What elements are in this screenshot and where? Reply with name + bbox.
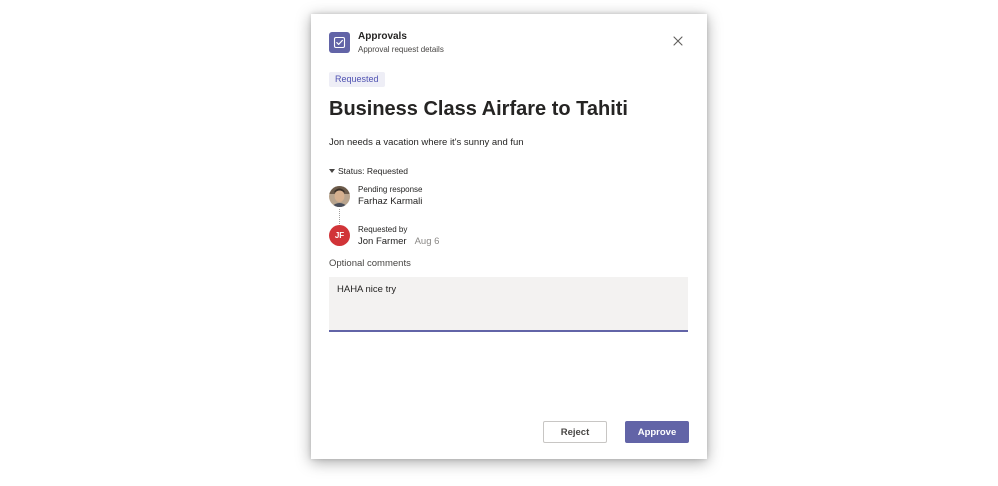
approve-button[interactable]: Approve [625, 421, 689, 443]
comments-label: Optional comments [329, 258, 411, 269]
requester-name: Jon Farmer [358, 236, 407, 247]
close-icon [673, 36, 683, 46]
checklist-icon [333, 36, 346, 49]
request-title: Business Class Airfare to Tahiti [329, 98, 628, 120]
approval-dialog: Approvals Approval request details Reque… [311, 14, 707, 459]
requester-label: Requested by [358, 225, 408, 234]
app-subtitle: Approval request details [358, 45, 444, 54]
approver-label: Pending response [358, 185, 423, 194]
requester-line: Jon Farmer Aug 6 [358, 236, 439, 247]
person-photo-icon [329, 186, 350, 207]
approver-avatar [329, 186, 350, 207]
app-name: Approvals [358, 31, 407, 42]
reject-button[interactable]: Reject [543, 421, 607, 443]
approver-name: Farhaz Karmali [358, 196, 423, 207]
request-description: Jon needs a vacation where it's sunny an… [329, 137, 524, 148]
request-date: Aug 6 [414, 236, 440, 247]
status-toggle[interactable]: Status: Requested [329, 166, 408, 176]
status-badge: Requested [329, 72, 385, 87]
approvals-app-icon [329, 32, 350, 53]
caret-down-icon [329, 169, 335, 173]
requester-avatar: JF [329, 225, 350, 246]
close-button[interactable] [671, 34, 685, 48]
comments-field[interactable]: HAHA nice try [329, 277, 688, 332]
status-toggle-label: Status: Requested [338, 166, 408, 176]
